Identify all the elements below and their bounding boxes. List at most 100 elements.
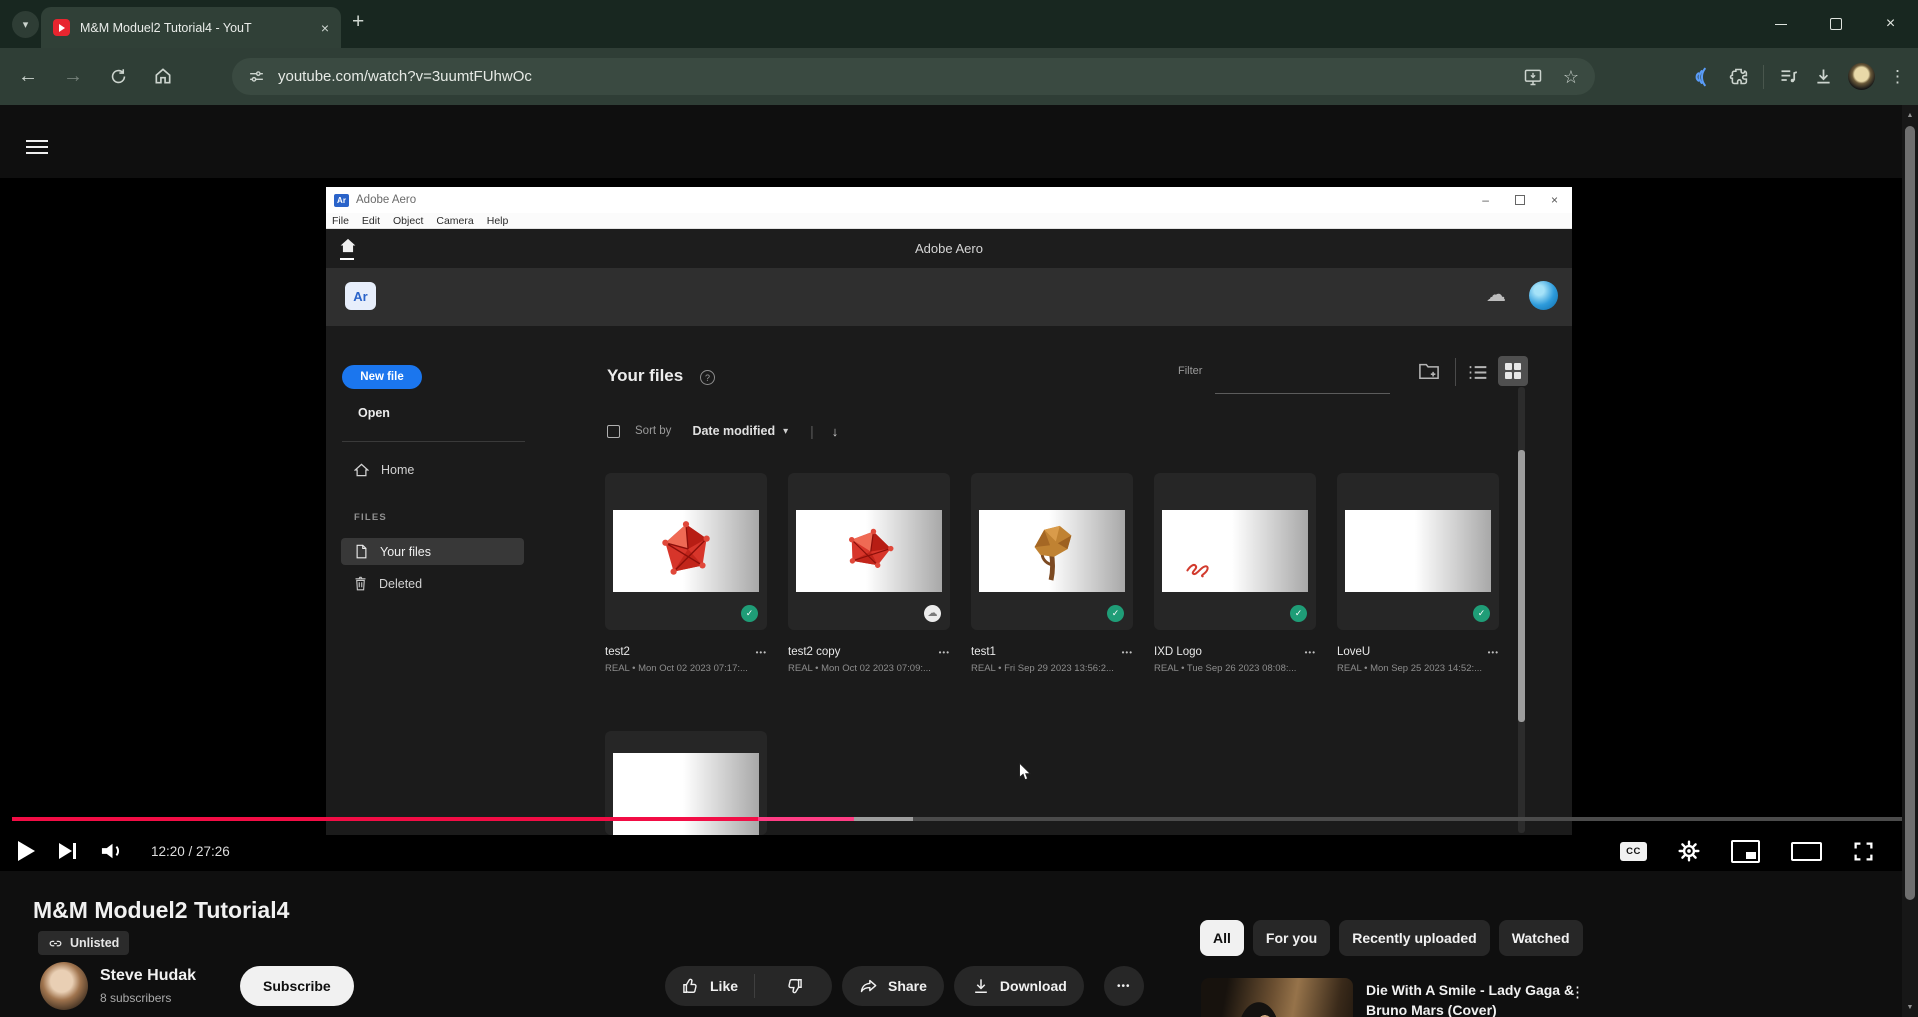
window-minimize-button[interactable] (1753, 0, 1808, 48)
channel-name[interactable]: Steve Hudak (100, 967, 196, 985)
aero-sidebar-home-label: Home (381, 463, 414, 477)
chip-for-you[interactable]: For you (1253, 920, 1330, 956)
file-thumbnail (613, 753, 759, 835)
cloud-only-badge: ☁ (924, 605, 941, 622)
forward-button[interactable]: → (55, 58, 91, 94)
tab-close-icon[interactable]: × (321, 21, 329, 35)
chip-all[interactable]: All (1200, 920, 1244, 956)
related-video-menu-icon[interactable]: ⋮ (1570, 983, 1585, 1001)
cloud-sync-icon: ☁ (1486, 282, 1506, 307)
file-meta: REAL • Mon Oct 02 2023 07:17:... (605, 663, 767, 674)
files-grid: ✓ test2••• REAL • Mon Oct 02 2023 07:17:… (605, 473, 1499, 674)
file-item: ✓ IXD Logo••• REAL • Tue Sep 26 2023 08:… (1154, 473, 1316, 674)
file-card: ✓ (1337, 473, 1499, 630)
file-more-icon: ••• (1305, 648, 1316, 657)
file-meta: REAL • Tue Sep 26 2023 08:08:... (1154, 663, 1316, 674)
progress-played (12, 817, 758, 821)
sort-value: Date modified (692, 424, 775, 438)
file-item: ✓ test2••• REAL • Mon Oct 02 2023 07:17:… (605, 473, 767, 674)
settings-gear-button[interactable] (1678, 840, 1700, 862)
guide-menu-button[interactable] (26, 136, 48, 158)
aero-app-icon: Ar (334, 194, 349, 207)
grid-view-button (1498, 356, 1528, 386)
aero-restore-icon (1515, 195, 1525, 205)
thumbs-down-icon (784, 976, 804, 996)
scrollbar-down-arrow[interactable]: ▼ (1902, 999, 1918, 1015)
home-icon (153, 66, 173, 86)
browser-profile-avatar[interactable] (1848, 63, 1875, 90)
file-item: ✓ test1••• REAL • Fri Sep 29 2023 13:56:… (971, 473, 1133, 674)
filter-chips: All For you Recently uploaded Watched (1200, 920, 1583, 956)
like-dislike-segment: Like (665, 966, 832, 1006)
related-video-title[interactable]: Die With A Smile - Lady Gaga & Bruno Mar… (1366, 980, 1576, 1017)
subtitles-cc-button[interactable]: CC (1620, 842, 1647, 861)
share-button[interactable]: Share (842, 966, 944, 1006)
list-view-icon (1468, 364, 1488, 381)
theater-mode-button[interactable] (1791, 842, 1822, 861)
dislike-button[interactable] (755, 976, 832, 996)
aero-home-tab-bar: Adobe Aero (326, 229, 1572, 269)
video-player-surface[interactable]: Ar Adobe Aero – × File Edit Object Camer… (0, 178, 1918, 871)
check-icon: ✓ (746, 608, 754, 619)
aero-menubar: File Edit Object Camera Help (326, 213, 1572, 229)
minimize-icon (1775, 24, 1787, 25)
grid-view-icon (1505, 363, 1521, 379)
bookmark-star-icon[interactable]: ☆ (1563, 68, 1579, 86)
browser-menu-icon[interactable]: ⋮ (1889, 68, 1906, 85)
more-actions-button[interactable]: ••• (1104, 966, 1144, 1006)
synced-check-badge: ✓ (741, 605, 758, 622)
chip-watched[interactable]: Watched (1499, 920, 1583, 956)
cloud-icon: ☁ (928, 608, 938, 619)
aero-your-files-heading: Your files (607, 366, 683, 386)
back-button[interactable]: ← (10, 58, 46, 94)
reload-button[interactable] (100, 58, 136, 94)
red-polyhedron-art (651, 518, 721, 584)
thumbs-up-icon[interactable] (681, 976, 701, 996)
browser-tab[interactable]: M&M Moduel2 Tutorial4 - YouT × (41, 7, 341, 48)
channel-avatar[interactable] (40, 962, 88, 1010)
new-tab-button[interactable]: + (352, 10, 364, 34)
reading-mode-icon[interactable] (1692, 66, 1714, 88)
file-item: ✓ LoveU••• REAL • Mon Sep 25 2023 14:52:… (1337, 473, 1499, 674)
install-app-icon[interactable] (1523, 67, 1543, 87)
file-thumbnail (796, 510, 942, 592)
scrollbar-up-arrow[interactable]: ▲ (1902, 107, 1918, 123)
file-name: IXD Logo (1154, 646, 1202, 658)
aero-account-avatar (1529, 281, 1558, 310)
file-thumbnail (1162, 510, 1308, 592)
aero-menu-help: Help (487, 215, 509, 227)
play-button[interactable] (18, 841, 35, 861)
miniplayer-button[interactable] (1731, 840, 1760, 863)
file-card: ✓ (971, 473, 1133, 630)
time-display: 12:20 / 27:26 (151, 844, 230, 859)
subscribe-button[interactable]: Subscribe (240, 966, 354, 1006)
extensions-icon[interactable] (1728, 66, 1749, 87)
link-icon (48, 936, 63, 951)
related-video-thumbnail[interactable] (1201, 978, 1353, 1017)
toolbar-actions: ⋮ (1692, 58, 1906, 95)
aero-new-file-button: New file (342, 365, 422, 389)
progress-remaining (913, 817, 1906, 821)
volume-button[interactable] (100, 840, 125, 862)
chip-recently-uploaded[interactable]: Recently uploaded (1339, 920, 1489, 956)
address-bar[interactable]: youtube.com/watch?v=3uumtFUhwOc ☆ (232, 58, 1595, 95)
progress-bar[interactable] (0, 817, 1918, 821)
next-button[interactable] (59, 843, 76, 859)
downloads-icon[interactable] (1813, 66, 1834, 87)
like-label[interactable]: Like (710, 978, 738, 994)
fullscreen-button[interactable] (1853, 841, 1874, 862)
page-scrollbar[interactable]: ▲ ▼ (1902, 105, 1918, 1017)
tab-search-button[interactable]: ▾ (12, 11, 39, 38)
share-icon (859, 976, 879, 996)
help-icon: ? (700, 370, 715, 385)
window-close-button[interactable]: × (1863, 0, 1918, 48)
file-meta: REAL • Fri Sep 29 2023 13:56:2... (971, 663, 1133, 674)
file-name: test2 copy (788, 646, 840, 658)
tree-art (1021, 519, 1083, 583)
scrollbar-thumb[interactable] (1905, 126, 1915, 900)
media-controls-icon[interactable] (1778, 66, 1799, 87)
download-button[interactable]: Download (954, 966, 1084, 1006)
synced-check-badge: ✓ (1473, 605, 1490, 622)
home-button[interactable] (145, 58, 181, 94)
window-restore-button[interactable] (1808, 0, 1863, 48)
